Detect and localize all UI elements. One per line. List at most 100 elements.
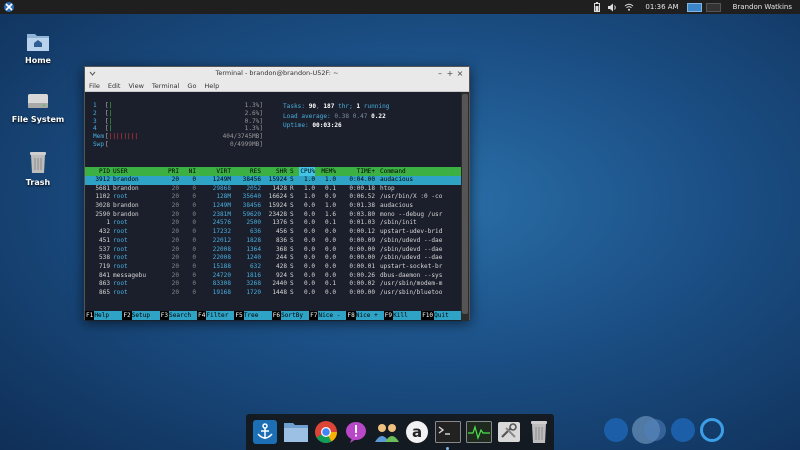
applications-menu-icon[interactable] bbox=[3, 1, 15, 13]
process-row[interactable]: 719 root 20 0 15188 632 428 S 0.0 0.0 0:00.01 upsta… bbox=[85, 263, 462, 272]
clock[interactable]: 01:36 AM bbox=[645, 3, 678, 11]
column-header-shr[interactable]: SHR bbox=[263, 167, 287, 176]
column-header-mem[interactable]: MEM% bbox=[318, 167, 336, 176]
volume-icon[interactable] bbox=[608, 2, 618, 12]
fkey-f10[interactable]: F10 Quit bbox=[421, 311, 462, 320]
window-menu-icon[interactable] bbox=[89, 70, 96, 77]
column-header-command[interactable]: Command bbox=[380, 167, 462, 176]
column-header-pri[interactable]: PRI bbox=[161, 167, 179, 176]
menu-view[interactable]: View bbox=[128, 82, 143, 90]
process-row[interactable]: 841 messagebu 20 0 24720 1816 924 S 0.0 0.0 0:00.2… bbox=[85, 272, 462, 281]
fkey-label: Quit bbox=[434, 311, 462, 320]
menu-file[interactable]: File bbox=[89, 82, 100, 90]
meter-label: 2 bbox=[93, 109, 97, 117]
meter-5: Swp[0/4999MB] bbox=[93, 140, 263, 148]
column-header-res[interactable]: RES bbox=[235, 167, 261, 176]
menu-edit[interactable]: Edit bbox=[108, 82, 121, 90]
fkey-f1[interactable]: F1 Help bbox=[85, 311, 123, 320]
workspace-circle-3[interactable] bbox=[644, 419, 666, 441]
process-row[interactable]: 5681 brandon 20 0 29868 2052 1428 R 1.0 0.1 0:00.1… bbox=[85, 185, 462, 194]
column-header-s[interactable]: S bbox=[290, 167, 298, 176]
fkey-f7[interactable]: F7 Nice - bbox=[309, 311, 347, 320]
fkey-f8[interactable]: F8 Nice + bbox=[346, 311, 384, 320]
process-row[interactable]: 865 root 20 0 19168 1720 1448 S 0.0 0.0 0:00.00/us… bbox=[85, 289, 462, 298]
maximize-button[interactable]: + bbox=[445, 67, 455, 80]
process-virt: 24576 bbox=[212, 219, 231, 227]
user-menu[interactable]: Brandon Watkins bbox=[733, 3, 792, 11]
window-titlebar[interactable]: Terminal - brandon@brandon-U52F: ~ – + × bbox=[85, 67, 469, 80]
process-user: messagebu bbox=[113, 271, 147, 279]
desktop-icon-label: Trash bbox=[25, 178, 51, 187]
process-virt: 24720 bbox=[212, 271, 231, 279]
process-row[interactable]: 863 root 20 0 83308 3268 2440 S 0.0 0.1 0:00.02/us… bbox=[85, 280, 462, 289]
process-cpu: 0.0 bbox=[303, 271, 315, 279]
fkey-f9[interactable]: F9 Kill bbox=[383, 311, 422, 320]
trash-icon[interactable] bbox=[527, 419, 552, 445]
column-header-cpu[interactable]: CPU% bbox=[299, 167, 315, 176]
menu-help[interactable]: Help bbox=[204, 82, 219, 90]
fkey-f6[interactable]: F6 SortBy bbox=[271, 311, 310, 320]
fkey-f2[interactable]: F2 Setup bbox=[122, 311, 160, 320]
settings-icon[interactable] bbox=[497, 419, 522, 445]
chrome-icon[interactable] bbox=[314, 419, 339, 445]
people-icon[interactable] bbox=[374, 419, 400, 445]
process-shr: 23428 bbox=[268, 210, 287, 218]
process-virt: 17232 bbox=[212, 228, 231, 236]
process-s: S bbox=[290, 280, 294, 288]
desktop-icon-home[interactable]: Home bbox=[8, 30, 68, 65]
workspace-circle-4[interactable] bbox=[671, 418, 695, 442]
terminal-window[interactable]: Terminal - brandon@brandon-U52F: ~ – + ×… bbox=[84, 66, 470, 321]
process-row[interactable]: 1102 root 20 0 128M 35640 16624 S 1.0 0.9 0:06.52 /… bbox=[85, 193, 462, 202]
process-mem: 0.0 bbox=[324, 228, 336, 236]
process-pri: 20 bbox=[171, 193, 179, 201]
menu-terminal[interactable]: Terminal bbox=[152, 82, 179, 90]
process-row[interactable]: 3028 brandon 20 0 1249M 38456 15924 S 0.0 1.0 0:01… bbox=[85, 202, 462, 211]
process-row[interactable]: 451 root 20 0 22012 1828 836 S 0.0 0.0 0:00.09/sbi… bbox=[85, 237, 462, 246]
process-row[interactable]: 538 root 20 0 22008 1240 244 S 0.0 0.0 0:00.00/sbi… bbox=[85, 254, 462, 263]
terminal-icon[interactable] bbox=[434, 419, 461, 450]
menu-go[interactable]: Go bbox=[187, 82, 196, 90]
fkey-f5[interactable]: F5 Tree bbox=[234, 311, 272, 320]
amazon-icon[interactable]: a bbox=[405, 419, 430, 445]
process-table[interactable]: 3912 brandon 20 0 1249M 38456 15924 S 1.0 1.0 0:04… bbox=[85, 176, 462, 298]
column-header-pid[interactable]: PID bbox=[88, 167, 110, 176]
minimize-button[interactable]: – bbox=[435, 67, 445, 80]
htop-output[interactable]: 1 [| 1.3%] 2 [| 2.6%] 3 [| 0.7%] 4 [| 1.3%] Mem[||||… bbox=[85, 92, 462, 321]
scrollbar-thumb[interactable] bbox=[462, 94, 468, 314]
process-mem: 0.1 bbox=[324, 280, 336, 288]
wifi-icon[interactable] bbox=[624, 2, 634, 12]
column-header-virt[interactable]: VIRT bbox=[201, 167, 231, 176]
fkey-f4[interactable]: F4 Filter bbox=[197, 311, 235, 320]
process-res: 35640 bbox=[242, 193, 261, 201]
column-header-time[interactable]: TIME+ bbox=[343, 167, 375, 176]
process-row[interactable]: 1 root 20 0 24576 2500 1376 S 0.0 0.1 0:01.03/sbin… bbox=[85, 219, 462, 228]
process-virt: 2381M bbox=[212, 210, 231, 218]
fkey-number: F2 bbox=[122, 311, 132, 320]
process-row[interactable]: 3912 brandon 20 0 1249M 38456 15924 S 1.0 1.0 0:04… bbox=[85, 176, 462, 185]
process-user: brandon bbox=[113, 176, 139, 183]
process-row[interactable]: 432 root 20 0 17232 636 456 S 0.0 0.0 0:00.12 upsta… bbox=[85, 228, 462, 237]
workspace-1[interactable] bbox=[686, 2, 702, 12]
process-row[interactable]: 2590 brandon 20 0 2381M 59620 23428 S 0.0 1.6 0:03… bbox=[85, 211, 462, 220]
anchor-icon[interactable] bbox=[253, 419, 278, 445]
close-button[interactable]: × bbox=[455, 67, 465, 80]
desktop-icon-file-system[interactable]: File System bbox=[8, 91, 68, 124]
battery-icon[interactable] bbox=[592, 2, 602, 12]
process-row[interactable]: 537 root 20 0 22008 1364 368 S 0.0 0.0 0:00.00/sbi… bbox=[85, 246, 462, 255]
process-time: 0:00.00 bbox=[349, 288, 375, 296]
folder-icon[interactable] bbox=[283, 419, 309, 445]
fkey-f3[interactable]: F3 Search bbox=[159, 311, 198, 320]
column-header-user[interactable]: USER bbox=[113, 167, 159, 176]
workspace-2[interactable] bbox=[705, 2, 721, 12]
column-header-ni[interactable]: NI bbox=[184, 167, 196, 176]
terminal-scrollbar[interactable] bbox=[461, 92, 469, 321]
workspace-circle-5[interactable] bbox=[700, 418, 724, 442]
desktop-icon-trash[interactable]: Trash bbox=[8, 150, 68, 187]
process-pid: 865 bbox=[98, 288, 110, 296]
empathy-icon[interactable] bbox=[344, 419, 369, 445]
process-table-header[interactable]: PID USER PRI NI VIRT RES SHR S CPU% MEM% TIME+ Comm… bbox=[85, 167, 462, 176]
system-monitor-icon[interactable] bbox=[465, 419, 492, 445]
process-res: 636 bbox=[249, 228, 261, 236]
workspace-circle-1[interactable] bbox=[604, 418, 628, 442]
process-s: S bbox=[290, 254, 294, 262]
